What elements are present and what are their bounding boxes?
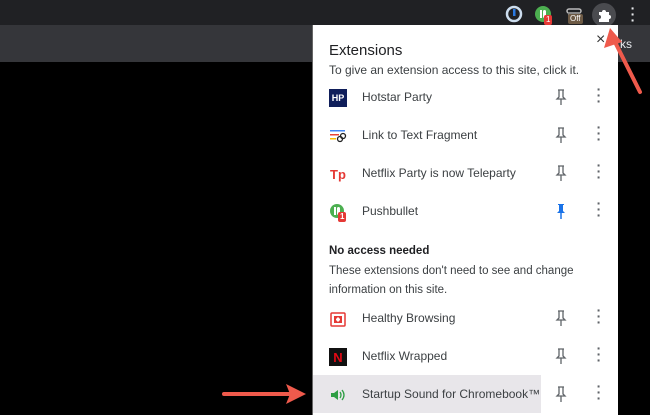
arrow-to-extensions-button — [604, 28, 642, 94]
arrow-to-startup-sound — [222, 384, 306, 404]
annotation-arrows — [222, 28, 642, 404]
